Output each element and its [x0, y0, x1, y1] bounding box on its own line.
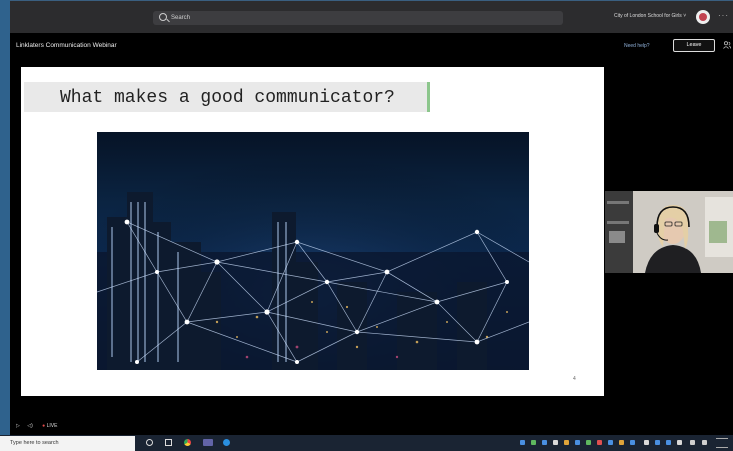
cortana-icon[interactable]: [146, 439, 153, 446]
city-network-graphic: [97, 132, 529, 370]
wifi-icon[interactable]: [690, 440, 695, 445]
tray-icon[interactable]: [542, 440, 547, 445]
organization-switcher[interactable]: City of London School for Girls ˅: [614, 13, 686, 19]
search-icon: [159, 13, 167, 21]
tray-icon[interactable]: [564, 440, 569, 445]
task-view-icon[interactable]: [165, 439, 172, 446]
app-top-bar: Search City of London School for Girls ˅…: [10, 0, 733, 33]
search-placeholder: Search: [171, 15, 191, 21]
tray-icon[interactable]: [575, 440, 580, 445]
tray-icon[interactable]: [586, 440, 591, 445]
taskbar-search-box[interactable]: Type here to search: [0, 436, 135, 451]
volume-icon[interactable]: [702, 440, 707, 445]
tray-icon[interactable]: [644, 440, 649, 445]
live-indicator: ●: [42, 423, 46, 429]
tray-icon[interactable]: [630, 440, 635, 445]
tray-icon[interactable]: [597, 440, 602, 445]
windows-taskbar: Type here to search: [0, 435, 733, 451]
organization-name: City of London School for Girls: [614, 13, 682, 19]
need-help-link[interactable]: Need help?: [624, 43, 650, 49]
tray-icon[interactable]: [619, 440, 624, 445]
volume-icon[interactable]: ◁): [27, 423, 33, 429]
city-network-photo: [97, 132, 529, 370]
live-label: LIVE: [46, 423, 58, 429]
participants-icon[interactable]: [723, 41, 731, 49]
tray-icon[interactable]: [655, 440, 660, 445]
presentation-slide: What makes a good communicator? 4: [21, 67, 604, 396]
screen: Search City of London School for Girls ˅…: [0, 0, 733, 451]
teams-icon[interactable]: [203, 439, 213, 446]
tray-icon[interactable]: [608, 440, 613, 445]
tray-icon[interactable]: [520, 440, 525, 445]
tray-icon[interactable]: [677, 440, 682, 445]
search-box[interactable]: Search: [153, 11, 563, 25]
chevron-down-icon: ˅: [683, 13, 687, 19]
taskbar-search-placeholder: Type here to search: [10, 440, 59, 446]
tray-icon[interactable]: [531, 440, 536, 445]
slide-title-box: What makes a good communicator?: [24, 82, 430, 112]
presenter-video-tile[interactable]: [605, 191, 733, 273]
meeting-header: Linklaters Communication Webinar Need he…: [10, 33, 733, 59]
more-options-icon[interactable]: ···: [718, 11, 729, 20]
play-button[interactable]: ▷: [16, 423, 20, 429]
playback-controls: ▷ ◁) ● LIVE: [10, 418, 733, 435]
playback-control-row: ▷ ◁) ● LIVE: [16, 423, 57, 429]
slide-page-number: 4: [573, 376, 576, 382]
avatar[interactable]: [696, 10, 710, 24]
leave-button[interactable]: Leave: [673, 39, 715, 52]
meeting-title: Linklaters Communication Webinar: [16, 42, 117, 49]
slide-title: What makes a good communicator?: [60, 88, 395, 108]
tray-icon[interactable]: [666, 440, 671, 445]
presenter-video-feed: [605, 191, 733, 273]
tray-icon[interactable]: [553, 440, 558, 445]
edge-icon[interactable]: [223, 439, 230, 446]
chrome-icon[interactable]: [184, 439, 191, 446]
clock[interactable]: [716, 438, 728, 448]
